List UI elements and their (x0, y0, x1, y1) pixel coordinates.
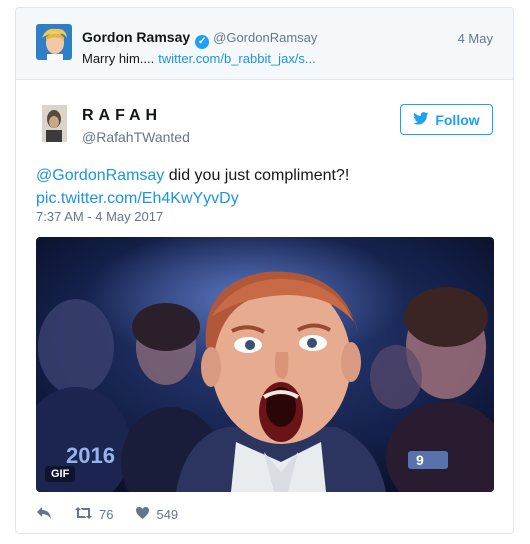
author-avatar[interactable] (42, 105, 67, 142)
overlay-year: 2016 (66, 443, 115, 468)
tweet-card: Gordon Ramsay ✓ @GordonRamsay 4 May Marry … (15, 7, 514, 534)
twitter-bird-icon (413, 111, 429, 128)
quoted-text-body: Marry him.... (82, 51, 155, 66)
verified-icon: ✓ (195, 35, 210, 49)
heart-icon (135, 506, 150, 523)
quoted-author[interactable]: Gordon Ramsay ✓ @GordonRamsay (82, 29, 317, 49)
reply-icon (36, 506, 52, 523)
quoted-link[interactable]: twitter.com/b_rabbit_jax/s... (158, 51, 316, 66)
mention-link[interactable]: @GordonRamsay (36, 167, 164, 184)
like-count: 549 (156, 506, 179, 522)
quoted-date[interactable]: 4 May (458, 31, 493, 46)
tweet-body: did you just compliment?! (164, 167, 350, 184)
quoted-author-handle[interactable]: @GordonRamsay (213, 30, 317, 45)
gif-badge: GIF (45, 466, 76, 482)
quoted-tweet[interactable]: Gordon Ramsay ✓ @GordonRamsay 4 May Marry … (16, 8, 513, 80)
channel-logo: 9 (416, 452, 424, 468)
media-link[interactable]: pic.twitter.com/Eh4KwYyvDy (36, 190, 239, 207)
quoted-author-name[interactable]: Gordon Ramsay (82, 29, 190, 45)
quoted-text: Marry him.... twitter.com/b_rabbit_jax/s.… (82, 51, 316, 66)
tweet-timestamp[interactable]: 7:37 AM - 4 May 2017 (36, 209, 163, 224)
gif-media[interactable]: 2016 9 GIF (36, 237, 494, 492)
avatar[interactable] (36, 24, 72, 60)
retweet-icon (74, 506, 93, 523)
follow-button[interactable]: Follow (400, 104, 493, 135)
reply-button[interactable] (36, 506, 52, 523)
tweet-text: @GordonRamsay did you just compliment?! … (36, 164, 496, 210)
author-handle[interactable]: @RafahTWanted (82, 129, 190, 145)
follow-label: Follow (435, 111, 480, 128)
retweet-count: 76 (99, 506, 114, 522)
retweet-button[interactable]: 76 (74, 506, 113, 523)
gif-frame: 2016 9 (36, 237, 494, 492)
author-name[interactable]: RAFAH (82, 107, 162, 125)
tweet-actions: 76 549 (36, 504, 200, 524)
like-button[interactable]: 549 (135, 506, 178, 523)
